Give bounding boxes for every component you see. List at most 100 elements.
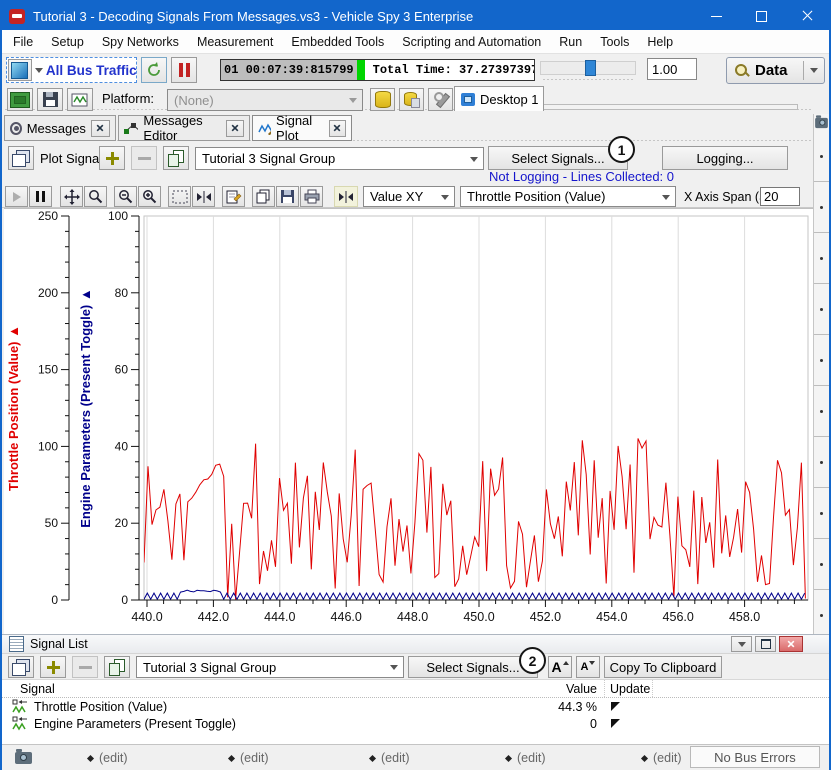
- signal-plot-chart[interactable]: 050100150200250020406080100440.0442.0444…: [4, 208, 813, 634]
- pan-tool-button[interactable]: [60, 186, 83, 207]
- splitter-handle[interactable]: [814, 131, 829, 182]
- zoom-in-button[interactable]: [138, 186, 161, 207]
- remove-signal-group-button[interactable]: [72, 656, 98, 678]
- playback-speed-slider[interactable]: [540, 61, 636, 75]
- data-chevron-down-icon[interactable]: [810, 68, 818, 73]
- plot-properties-button[interactable]: [222, 186, 245, 207]
- snapshot-camera-icon[interactable]: [814, 114, 829, 131]
- status-edit-slot[interactable]: (edit): [229, 751, 268, 765]
- splitter-handle[interactable]: [814, 284, 829, 335]
- slider-handle[interactable]: [585, 60, 596, 76]
- select-signals-button[interactable]: Select Signals...: [488, 146, 628, 170]
- right-splitter-strip[interactable]: [813, 114, 829, 634]
- titlebar[interactable]: Tutorial 3 - Decoding Signals From Messa…: [2, 2, 829, 30]
- table-row[interactable]: Throttle Position (Value) 44.3 %: [2, 698, 829, 715]
- add-signal-group-button[interactable]: [40, 656, 66, 678]
- splitter-handle[interactable]: [814, 539, 829, 590]
- refresh-button[interactable]: [141, 57, 167, 83]
- pause-capture-button[interactable]: [171, 57, 197, 83]
- close-button[interactable]: [784, 2, 829, 30]
- status-edit-slot[interactable]: (edit): [370, 751, 409, 765]
- tab-messages[interactable]: Messages: [4, 115, 116, 141]
- column-update[interactable]: Update: [610, 682, 650, 696]
- copy-plot-group-button[interactable]: [163, 146, 189, 170]
- plot-group-combo[interactable]: Tutorial 3 Signal Group: [195, 147, 484, 170]
- bus-filter-icon-button[interactable]: [8, 59, 32, 81]
- splitter-handle[interactable]: [814, 335, 829, 386]
- plot-pause-button[interactable]: [29, 186, 52, 207]
- font-increase-button[interactable]: A: [548, 656, 572, 678]
- panel-close-button[interactable]: [779, 636, 803, 652]
- data-button[interactable]: Data: [726, 57, 825, 84]
- splitter-handle[interactable]: [814, 182, 829, 233]
- save-setup-button[interactable]: [37, 88, 63, 111]
- menu-setup[interactable]: Setup: [42, 32, 93, 52]
- signal-list-header[interactable]: Signal List: [2, 634, 829, 654]
- column-signal[interactable]: Signal: [20, 682, 55, 696]
- plot-play-button[interactable]: [5, 186, 28, 207]
- column-value[interactable]: Value: [566, 682, 597, 696]
- x-axis-span-input[interactable]: [760, 187, 800, 206]
- camera-icon[interactable]: [15, 752, 32, 764]
- zoom-out-button[interactable]: [114, 186, 137, 207]
- menu-measurement[interactable]: Measurement: [188, 32, 282, 52]
- signal-list-menu-button[interactable]: [8, 656, 34, 678]
- pan-icon: [64, 189, 80, 205]
- menu-embedded-tools[interactable]: Embedded Tools: [282, 32, 393, 52]
- menu-scripting-automation[interactable]: Scripting and Automation: [393, 32, 550, 52]
- zoom-tool-button[interactable]: [84, 186, 107, 207]
- print-plot-button[interactable]: [300, 186, 323, 207]
- splitter-handle[interactable]: [814, 488, 829, 539]
- menu-help[interactable]: Help: [638, 32, 682, 52]
- save-plot-button[interactable]: [276, 186, 299, 207]
- active-signal-combo[interactable]: Throttle Position (Value): [460, 186, 676, 207]
- speed-value-input[interactable]: [647, 58, 697, 80]
- database-add-button[interactable]: [399, 88, 424, 111]
- tab-messages-editor-close-button[interactable]: [226, 120, 244, 137]
- add-plot-group-button[interactable]: [99, 146, 125, 170]
- menu-bar: File Setup Spy Networks Measurement Embe…: [2, 30, 829, 54]
- select-region-button[interactable]: [168, 186, 191, 207]
- minimize-button[interactable]: [694, 2, 739, 30]
- hardware-button[interactable]: [7, 88, 33, 111]
- logging-button[interactable]: Logging...: [662, 146, 788, 170]
- signal-group-combo[interactable]: Tutorial 3 Signal Group: [136, 656, 404, 678]
- menu-file[interactable]: File: [4, 32, 42, 52]
- status-edit-slot[interactable]: (edit): [88, 751, 127, 765]
- splitter-handle[interactable]: [814, 437, 829, 488]
- tab-signal-plot[interactable]: Signal Plot: [252, 115, 352, 141]
- database-button[interactable]: [370, 88, 395, 111]
- table-row[interactable]: Engine Parameters (Present Toggle) 0: [2, 715, 829, 732]
- copy-to-clipboard-button[interactable]: Copy To Clipboard: [604, 656, 722, 678]
- data-search-icon: [734, 63, 750, 79]
- menu-tools[interactable]: Tools: [591, 32, 638, 52]
- platform-combo[interactable]: (None): [167, 89, 363, 111]
- plot-panel-menu-button[interactable]: [8, 146, 34, 170]
- tab-signal-plot-close-button[interactable]: [329, 120, 346, 137]
- axis-fit-toggle[interactable]: [334, 186, 358, 207]
- tab-messages-editor[interactable]: Messages Editor: [118, 115, 250, 141]
- logger-button[interactable]: [67, 88, 93, 111]
- tab-messages-close-button[interactable]: [91, 120, 110, 137]
- signal-table-header[interactable]: Signal Value Update: [2, 680, 829, 698]
- desktop-tab[interactable]: Desktop 1: [454, 86, 544, 111]
- options-button[interactable]: [428, 88, 453, 111]
- fit-x-button[interactable]: [192, 186, 215, 207]
- x-axis-span-label: X Axis Span (S): [684, 190, 772, 204]
- plot-mode-combo[interactable]: Value XY: [363, 186, 455, 207]
- panel-menu-button[interactable]: [731, 636, 752, 652]
- splitter-handle[interactable]: [814, 386, 829, 437]
- maximize-button[interactable]: [739, 2, 784, 30]
- panel-restore-button[interactable]: [755, 636, 776, 652]
- bus-filter-combo[interactable]: All Bus Traffic: [6, 57, 137, 83]
- status-edit-slot[interactable]: (edit): [506, 751, 545, 765]
- status-edit-slot[interactable]: (edit): [642, 751, 681, 765]
- menu-spy-networks[interactable]: Spy Networks: [93, 32, 188, 52]
- copy-plot-button[interactable]: [252, 186, 275, 207]
- copy-signal-group-button[interactable]: [104, 656, 130, 678]
- menu-run[interactable]: Run: [550, 32, 591, 52]
- splitter-handle[interactable]: [814, 233, 829, 284]
- font-decrease-button[interactable]: A: [576, 656, 600, 678]
- remove-plot-group-button[interactable]: [131, 146, 157, 170]
- chart-canvas[interactable]: 050100150200250020406080100440.0442.0444…: [4, 209, 813, 633]
